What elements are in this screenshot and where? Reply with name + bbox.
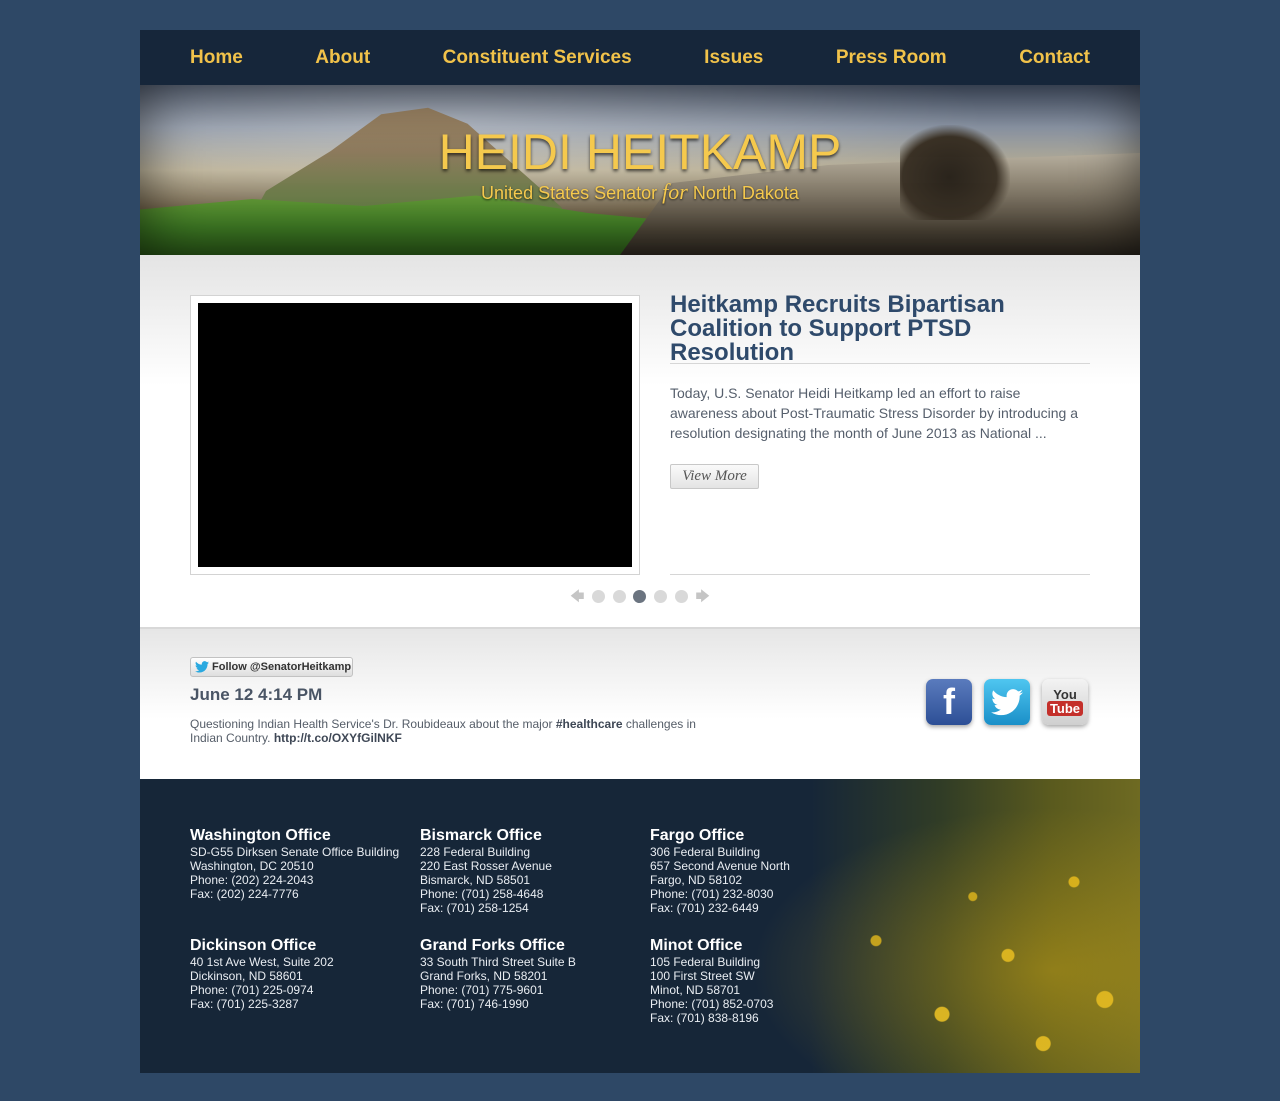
office-minot: Minot Office 105 Federal Building 100 Fi… — [650, 937, 880, 1025]
office-line: Grand Forks, ND 58201 — [420, 969, 548, 983]
office-name: Bismarck Office — [420, 827, 542, 844]
youtube-icon[interactable]: You Tube — [1042, 679, 1088, 725]
office-phone: Phone: (701) 232-8030 — [650, 887, 774, 901]
twitter-bird-icon — [991, 688, 1023, 715]
office-line: Fargo, ND 58102 — [650, 873, 743, 887]
office-phone: Phone: (202) 224-2043 — [190, 873, 314, 887]
site-title: HEIDI HEITKAMP — [438, 124, 842, 180]
office-fargo: Fargo Office 306 Federal Building 657 Se… — [650, 827, 880, 915]
nav-press-room[interactable]: Press Room — [836, 47, 947, 69]
office-phone: Phone: (701) 775-9601 — [420, 983, 544, 997]
video-player[interactable] — [198, 303, 632, 567]
office-fax: Fax: (701) 232-6449 — [650, 901, 759, 915]
office-fax: Fax: (701) 838-8196 — [650, 1011, 759, 1025]
office-phone: Phone: (701) 258-4648 — [420, 887, 544, 901]
slider-pager: 🡄 🡆 — [570, 588, 710, 604]
office-list: Washington Office SD-G55 Dirksen Senate … — [190, 827, 880, 1025]
facebook-icon[interactable]: f — [926, 679, 972, 725]
youtube-tube: Tube — [1046, 701, 1084, 716]
office-line: 220 East Rosser Avenue — [420, 859, 552, 873]
office-name: Grand Forks Office — [420, 937, 565, 954]
pager-dot[interactable] — [674, 589, 688, 603]
divider — [670, 363, 1090, 364]
office-dickinson: Dickinson Office 40 1st Ave West, Suite … — [190, 937, 420, 1025]
office-name: Fargo Office — [650, 827, 745, 844]
office-phone: Phone: (701) 225-0974 — [190, 983, 314, 997]
tweet-text: Questioning Indian Health Service's Dr. … — [190, 717, 730, 745]
office-name: Minot Office — [650, 937, 743, 954]
page: Home About Constituent Services Issues P… — [140, 30, 1140, 1073]
office-phone: Phone: (701) 852-0703 — [650, 997, 774, 1011]
tweet-link[interactable]: http://t.co/OXYfGilNKF — [274, 731, 402, 745]
site-subtitle: United States Senator for North Dakota — [140, 179, 1140, 205]
follow-twitter-button[interactable]: Follow @SenatorHeitkamp — [190, 657, 353, 677]
main-nav: Home About Constituent Services Issues P… — [140, 30, 1140, 85]
office-grand-forks: Grand Forks Office 33 South Third Street… — [420, 937, 650, 1025]
featured-story: Heitkamp Recruits Bipartisan Coalition t… — [140, 255, 1140, 627]
tweet-timestamp[interactable]: June 12 4:14 PM — [190, 685, 322, 705]
office-name: Dickinson Office — [190, 937, 317, 954]
twitter-icon[interactable] — [984, 679, 1030, 725]
video-frame — [190, 295, 640, 575]
office-line: 228 Federal Building — [420, 845, 531, 859]
office-line: 657 Second Avenue North — [650, 859, 790, 873]
office-fax: Fax: (701) 225-3287 — [190, 997, 299, 1011]
office-line: Minot, ND 58701 — [650, 983, 741, 997]
nav-issues[interactable]: Issues — [704, 47, 763, 69]
office-line: Washington, DC 20510 — [190, 859, 314, 873]
social-icons: f You Tube — [926, 679, 1088, 725]
office-line: 100 First Street SW — [650, 969, 755, 983]
next-arrow-icon[interactable]: 🡆 — [696, 589, 710, 603]
office-line: SD-G55 Dirksen Senate Office Building — [190, 845, 400, 859]
tweet-hashtag[interactable]: #healthcare — [556, 717, 623, 731]
subtitle-post: North Dakota — [692, 183, 799, 203]
nav-constituent-services[interactable]: Constituent Services — [443, 47, 632, 69]
office-fax: Fax: (701) 746-1990 — [420, 997, 529, 1011]
twitter-bird-icon — [195, 661, 209, 673]
story-text: Today, U.S. Senator Heidi Heitkamp led a… — [670, 385, 1078, 441]
pager-dot[interactable] — [612, 589, 626, 603]
follow-label: Follow @SenatorHeitkamp — [212, 661, 352, 673]
tweet-text-part: Questioning Indian Health Service's Dr. … — [190, 717, 556, 731]
office-line: Bismarck, ND 58501 — [420, 873, 531, 887]
subtitle-pre: United States Senator — [481, 183, 658, 203]
story-title[interactable]: Heitkamp Recruits Bipartisan Coalition t… — [670, 293, 1100, 365]
pager-dot[interactable] — [592, 589, 606, 603]
nav-home[interactable]: Home — [190, 47, 243, 69]
footer-offices: Washington Office SD-G55 Dirksen Senate … — [140, 779, 1140, 1073]
divider — [670, 574, 1090, 575]
prev-arrow-icon[interactable]: 🡄 — [570, 589, 584, 603]
office-line: 105 Federal Building — [650, 955, 761, 969]
office-line: 40 1st Ave West, Suite 202 — [190, 955, 334, 969]
pager-dot[interactable] — [654, 589, 668, 603]
subtitle-for: for — [662, 179, 688, 204]
office-line: 306 Federal Building — [650, 845, 761, 859]
twitter-feed: Follow @SenatorHeitkamp June 12 4:14 PM … — [140, 629, 1140, 779]
nav-contact[interactable]: Contact — [1019, 47, 1090, 69]
office-bismarck: Bismarck Office 228 Federal Building 220… — [420, 827, 650, 915]
youtube-you: You — [1053, 687, 1077, 702]
office-line: Dickinson, ND 58601 — [190, 969, 303, 983]
office-washington: Washington Office SD-G55 Dirksen Senate … — [190, 827, 420, 915]
pager-dot-active[interactable] — [633, 589, 647, 603]
header-banner: HEIDI HEITKAMP United States Senator for… — [140, 85, 1140, 255]
office-name: Washington Office — [190, 827, 331, 844]
office-line: 33 South Third Street Suite B — [420, 955, 576, 969]
view-more-button[interactable]: View More — [670, 464, 759, 489]
office-fax: Fax: (701) 258-1254 — [420, 901, 529, 915]
nav-about[interactable]: About — [315, 47, 370, 69]
office-fax: Fax: (202) 224-7776 — [190, 887, 299, 901]
